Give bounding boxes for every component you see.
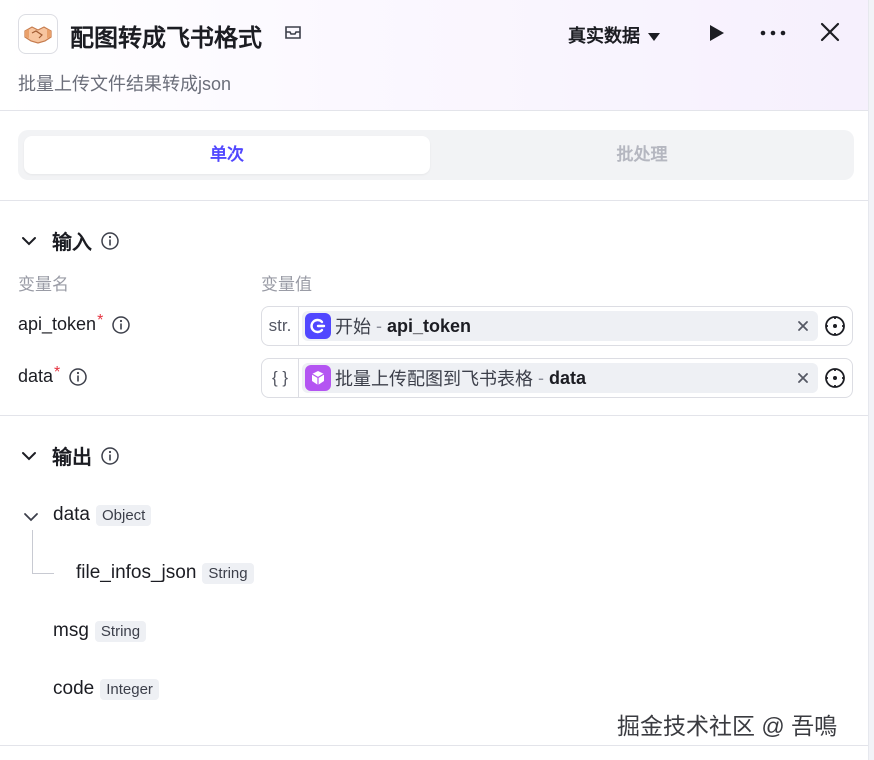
variable-picker-icon[interactable] xyxy=(823,314,847,338)
tree-connector xyxy=(32,530,33,573)
caret-down-icon xyxy=(648,32,660,41)
run-mode-tabs: 单次 批处理 xyxy=(18,130,854,180)
clear-icon[interactable] xyxy=(794,369,812,387)
envelope-icon[interactable] xyxy=(283,23,303,41)
input-var-api-token: api_token * xyxy=(18,311,131,335)
divider xyxy=(0,745,868,746)
ref-separator: - xyxy=(376,315,382,336)
type-badge-string: str. xyxy=(262,307,299,345)
type-tag: Integer xyxy=(100,678,159,700)
input-section-header[interactable]: 输入 xyxy=(18,226,120,255)
chevron-down-icon[interactable] xyxy=(22,508,40,526)
node-description: 批量上传文件结果转成json xyxy=(18,74,232,94)
canvas-edge xyxy=(868,0,874,760)
output-item-data: data Object xyxy=(53,504,152,526)
watermark: 掘金技术社区 @ 吾鳴 xyxy=(617,713,838,739)
chevron-down-icon[interactable] xyxy=(18,230,40,252)
tab-batch[interactable]: 批处理 xyxy=(436,136,848,174)
type-tag: String xyxy=(202,562,254,584)
chevron-down-icon[interactable] xyxy=(18,445,40,467)
ref-variable: data xyxy=(549,367,587,388)
ref-source-node: 开始 xyxy=(335,317,371,337)
type-tag: Object xyxy=(95,504,152,526)
variable-picker-icon[interactable] xyxy=(823,366,847,390)
output-name: file_infos_json xyxy=(76,562,197,583)
info-icon[interactable] xyxy=(111,315,131,335)
close-icon[interactable] xyxy=(818,20,842,44)
api-token-value-field[interactable]: str. 开始 - api_token xyxy=(261,306,853,346)
ref-separator: - xyxy=(538,367,544,388)
data-value-field[interactable]: { } 批量上传配图到飞书表格 - data xyxy=(261,358,853,398)
ref-source-node: 批量上传配图到飞书表格 xyxy=(335,369,533,389)
data-mode-label: 真实数据 xyxy=(568,26,640,46)
column-header-name: 变量名 xyxy=(18,275,69,294)
play-icon[interactable] xyxy=(705,22,727,44)
output-item-file-infos-json: file_infos_json String xyxy=(76,562,254,584)
output-heading: 输出 xyxy=(52,447,92,469)
data-mode-select[interactable]: 真实数据 xyxy=(568,22,660,48)
variable-reference-chip[interactable]: 批量上传配图到飞书表格 - data xyxy=(302,363,818,393)
output-name: data xyxy=(53,504,90,525)
output-section-header[interactable]: 输出 xyxy=(18,441,120,470)
handshake-icon xyxy=(24,26,52,44)
var-name: data xyxy=(18,366,54,386)
ref-variable: api_token xyxy=(387,315,472,336)
clear-icon[interactable] xyxy=(794,317,812,335)
divider xyxy=(0,415,868,416)
tab-single[interactable]: 单次 xyxy=(24,136,430,174)
info-icon[interactable] xyxy=(68,367,88,387)
plugin-node-icon xyxy=(305,365,331,391)
output-name: code xyxy=(53,678,95,699)
output-name: msg xyxy=(53,620,89,641)
output-item-code: code Integer xyxy=(53,678,159,700)
panel-header: 配图转成飞书格式 批量上传文件结果转成json 真实数据 xyxy=(0,0,868,111)
input-var-data: data * xyxy=(18,363,88,387)
input-heading: 输入 xyxy=(52,232,92,254)
required-mark: * xyxy=(54,363,61,381)
divider xyxy=(0,200,868,201)
type-tag: String xyxy=(94,620,147,642)
node-panel: 配图转成飞书格式 批量上传文件结果转成json 真实数据 单次 批处理 输入 变… xyxy=(0,0,868,760)
page-title: 配图转成飞书格式 xyxy=(70,25,262,52)
info-icon[interactable] xyxy=(100,446,120,466)
type-badge-object: { } xyxy=(262,359,299,397)
var-name: api_token xyxy=(18,314,97,334)
start-node-icon xyxy=(305,313,331,339)
more-icon[interactable] xyxy=(758,22,788,44)
required-mark: * xyxy=(97,311,104,329)
output-item-msg: msg String xyxy=(53,620,147,642)
variable-reference-chip[interactable]: 开始 - api_token xyxy=(302,311,818,341)
column-header-value: 变量值 xyxy=(261,275,312,294)
tree-connector xyxy=(32,573,54,574)
info-icon[interactable] xyxy=(100,231,120,251)
node-logo xyxy=(18,14,58,54)
